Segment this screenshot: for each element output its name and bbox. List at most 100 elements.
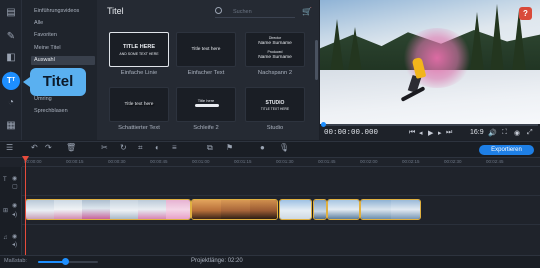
titles-icon[interactable]: Tᵀ [2, 72, 20, 90]
title-thumb[interactable]: STUDIO TITLE TEXT HERE [245, 87, 305, 122]
panel-scrollbar[interactable] [315, 40, 318, 80]
redo-icon[interactable]: ↷ [45, 143, 52, 152]
title-thumb[interactable]: Director Name Surname Produced Name Surn… [245, 32, 305, 67]
scale-label: Maßstab: [4, 258, 27, 264]
record-icon[interactable]: ● [260, 143, 265, 152]
timeline-tick-label: 00:01:00 [192, 159, 210, 164]
edit-toolbar [0, 141, 540, 158]
category-item[interactable]: Favoriten [34, 32, 57, 38]
skip-back-icon[interactable]: ⏮ [409, 129, 415, 137]
microphone-icon[interactable]: 🎙 [279, 143, 289, 152]
title-thumb[interactable]: Title here [176, 87, 236, 122]
rotate-icon[interactable]: ↻ [120, 143, 127, 152]
clip-properties-icon[interactable]: ≡ [172, 143, 177, 152]
category-item[interactable]: Einführungsvideos [34, 8, 79, 14]
eye-icon[interactable]: ◉ [12, 233, 17, 240]
video-clip[interactable] [191, 199, 278, 220]
playhead[interactable] [25, 157, 26, 255]
category-item[interactable]: Alle [34, 20, 43, 26]
video-preview [320, 0, 540, 124]
clip-frame [110, 200, 138, 219]
delete-icon[interactable]: 🗑 [66, 143, 76, 152]
import-icon[interactable]: ▤ [4, 6, 18, 20]
title-thumb-label: Schleife 2 [193, 125, 219, 131]
clip-frame [328, 200, 359, 219]
mute-icon[interactable]: ◂) [12, 211, 17, 218]
timeline-tick-label: 00:01:15 [234, 159, 252, 164]
timeline-tick-label: 00:02:45 [486, 159, 504, 164]
eye-icon[interactable]: ◉ [12, 175, 17, 182]
title-thumb[interactable]: Title text here [176, 32, 236, 67]
video-editor-window: ▤ ✎ ◧ ✶ Tᵀ ◔ ▦ Einführungsvideos Alle Fa… [0, 0, 540, 268]
stickers-icon[interactable]: ◔ [4, 96, 18, 110]
video-clip[interactable] [327, 199, 360, 220]
marker-icon[interactable]: ⚑ [226, 143, 233, 152]
category-item[interactable]: Meine Titel [34, 45, 61, 51]
insert-icon[interactable]: ⧉ [207, 143, 213, 153]
thumb-line: Title here [197, 98, 215, 103]
video-clip[interactable] [313, 199, 327, 220]
thumb-line: AND SOME TEXT HERE [119, 52, 159, 56]
search-box[interactable] [215, 6, 295, 18]
title-thumb-label: Einfacher Text [187, 70, 225, 76]
timeline-tick-label: 00:02:15 [402, 159, 420, 164]
timeline-tick-label: 00:01:30 [276, 159, 294, 164]
color-icon[interactable]: ◐ [155, 143, 160, 152]
thumb-line: Produced [267, 50, 283, 54]
lock-icon[interactable]: ▢ [12, 183, 18, 190]
clip-frame [361, 200, 391, 219]
tools-icon[interactable]: ✎ [4, 30, 18, 44]
clip-frame [221, 200, 250, 219]
clip-frame [26, 200, 54, 219]
aspect-ratio[interactable]: 16:9 [470, 129, 484, 136]
play-icon[interactable]: ▶ [428, 129, 433, 137]
timeline-tick-label: 00:00:30 [108, 159, 126, 164]
thumb-line: Director [268, 36, 282, 40]
category-item[interactable]: Umring [34, 96, 52, 102]
volume-icon[interactable]: 🔊 [488, 129, 497, 137]
clip-frame [280, 200, 311, 219]
video-track-icon: ⊞ [3, 208, 9, 214]
undo-icon[interactable]: ↶ [31, 143, 38, 152]
prev-frame-icon[interactable]: ◂ [419, 129, 423, 137]
clip-frame [138, 200, 166, 219]
split-icon[interactable]: ✂ [101, 143, 108, 152]
timeline-tick-label: 00:02:00 [360, 159, 378, 164]
thumb-line: Name Surname [258, 41, 292, 46]
fullscreen-icon[interactable]: ⛶ [502, 129, 507, 137]
mute-icon[interactable]: ◂) [12, 241, 17, 248]
more-icon[interactable]: ▦ [4, 119, 18, 133]
crop-icon[interactable]: ⌗ [138, 143, 143, 153]
ribbon-shape [195, 104, 219, 107]
title-thumb-label: Einfache Linie [120, 70, 158, 76]
preview-progress[interactable] [322, 124, 538, 126]
help-button[interactable]: ? [519, 7, 532, 20]
current-time: 00:00:00.000 [324, 129, 379, 137]
title-thumb[interactable]: Title text here [109, 87, 169, 122]
title-thumb-label: Studio [266, 125, 284, 131]
eye-icon[interactable]: ◉ [12, 202, 17, 209]
transitions-icon[interactable]: ◧ [4, 51, 18, 65]
tree-shape [470, 12, 484, 72]
category-item[interactable]: Sprechblasen [34, 108, 68, 114]
export-button[interactable]: Exportieren [479, 145, 534, 155]
store-icon[interactable]: 🛒 [302, 7, 312, 16]
zoom-slider-knob[interactable] [62, 258, 69, 265]
title-thumb[interactable]: TITLE HERE AND SOME TEXT HERE [109, 32, 169, 67]
music-track-icon: ♫ [3, 235, 8, 241]
expand-icon[interactable]: ⤢ [527, 129, 533, 137]
snapshot-icon[interactable]: ◉ [514, 129, 520, 137]
title-thumb-label: Schattierter Text [118, 125, 160, 131]
track-settings-icon[interactable]: ☰ [6, 143, 13, 152]
video-clip[interactable] [279, 199, 312, 220]
video-clip[interactable] [25, 199, 191, 220]
video-clip[interactable] [360, 199, 421, 220]
next-frame-icon[interactable]: ▸ [438, 129, 442, 137]
category-item-selected[interactable]: Auswahl [31, 56, 95, 65]
thumb-line: Name Surname [258, 55, 292, 60]
project-length: Projektlänge: 02:20 [191, 258, 243, 264]
skip-forward-icon[interactable]: ⏭ [446, 129, 452, 137]
search-input[interactable] [233, 7, 293, 16]
progress-knob[interactable] [321, 122, 326, 127]
thumb-line: TITLE HERE [122, 44, 156, 50]
